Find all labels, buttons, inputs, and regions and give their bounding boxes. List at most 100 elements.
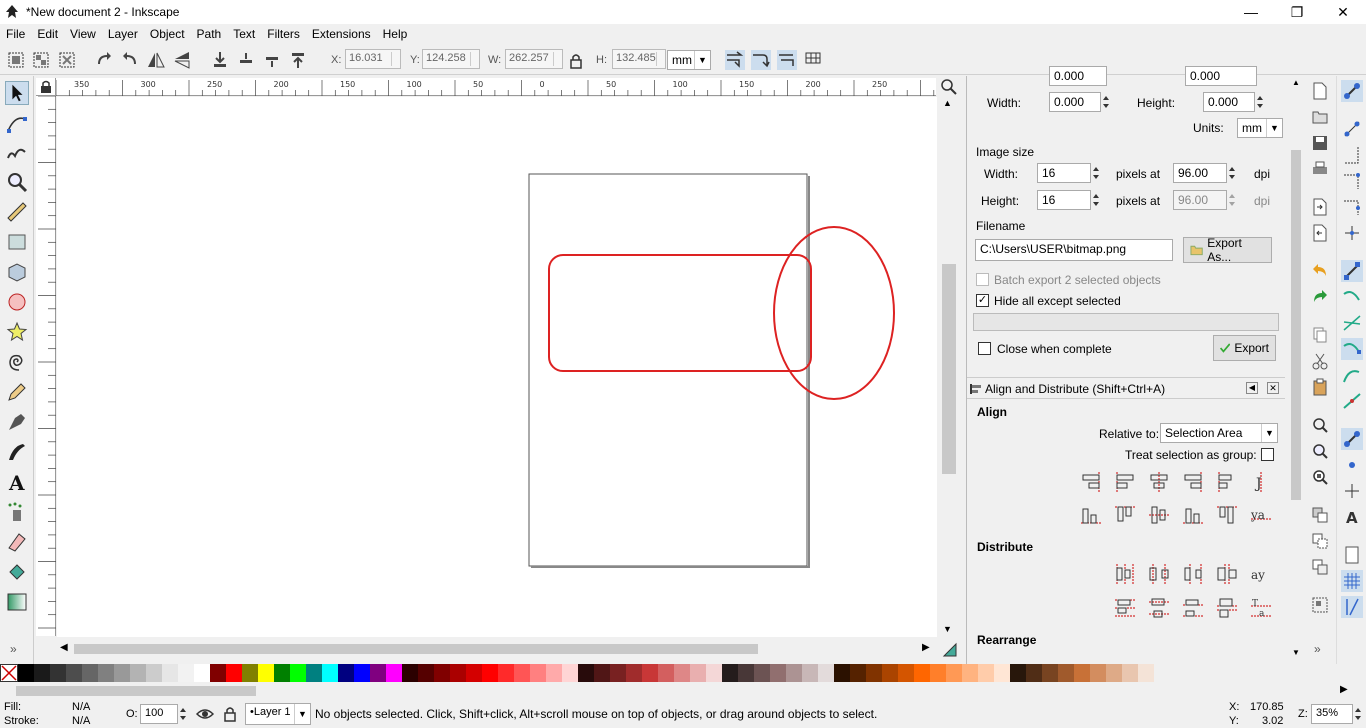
zoom-selection-icon[interactable] (1312, 416, 1328, 434)
lower-icon[interactable] (236, 50, 256, 70)
color-swatch[interactable] (658, 664, 674, 682)
opacity-stepper[interactable] (178, 704, 188, 724)
export-height-input[interactable]: 0.000 (1203, 92, 1255, 112)
group-icon[interactable] (1312, 596, 1328, 614)
snap-bbox-corners-icon[interactable] (1341, 170, 1363, 192)
rotate-ccw-icon[interactable] (94, 50, 114, 70)
export-y1-input[interactable]: 0.000 (1185, 66, 1257, 86)
align-top-to-bottom-edge-icon[interactable] (1215, 503, 1239, 527)
fill-value[interactable]: N/A (72, 701, 90, 713)
scroll-up-arrow-icon[interactable]: ▲ (943, 98, 952, 108)
menu-extensions[interactable]: Extensions (306, 24, 377, 44)
color-swatch[interactable] (290, 664, 306, 682)
distribute-text-anchors-icon[interactable]: ay (1249, 562, 1273, 586)
toolbox-overflow-icon[interactable]: » (10, 642, 17, 656)
snap-text-baseline-icon[interactable]: A (1341, 506, 1363, 528)
color-swatch[interactable] (418, 664, 434, 682)
export-height-stepper[interactable] (1255, 92, 1265, 112)
snap-object-centers-icon[interactable] (1341, 454, 1363, 476)
image-width-input[interactable]: 16 (1037, 163, 1091, 183)
stroke-value[interactable]: N/A (72, 715, 90, 727)
units-select[interactable]: mm ▼ (667, 50, 711, 70)
transform-patterns-icon[interactable] (803, 50, 823, 70)
panel-scroll-down-icon[interactable]: ▼ (1292, 648, 1300, 657)
snap-nodes-icon[interactable] (1341, 260, 1363, 282)
color-swatch[interactable] (786, 664, 802, 682)
opacity-input[interactable]: 100 (140, 704, 178, 724)
palette-scroll-thumb[interactable] (16, 686, 256, 696)
export-icon[interactable] (1312, 224, 1328, 242)
save-icon[interactable] (1312, 134, 1328, 152)
zoom-stepper[interactable] (1353, 704, 1363, 724)
snap-rotation-center-icon[interactable] (1341, 480, 1363, 502)
panel-collapse-icon[interactable]: ◀ (1246, 382, 1258, 394)
select-all-icon[interactable] (6, 50, 26, 70)
align-right-to-left-edge-icon[interactable] (1079, 470, 1103, 494)
duplicate-icon[interactable] (1312, 506, 1328, 524)
zoom-drawing-icon[interactable] (1312, 442, 1328, 460)
menu-object[interactable]: Object (144, 24, 191, 44)
palette-scroll-right-icon[interactable]: ▶ (1340, 684, 1348, 695)
h-input[interactable]: 132.485 (612, 49, 666, 69)
color-swatch[interactable] (754, 664, 770, 682)
canvas-zoom-icon[interactable] (940, 78, 958, 96)
eraser-tool-icon[interactable] (5, 530, 29, 554)
color-swatch[interactable] (402, 664, 418, 682)
snap-bbox-edges-icon[interactable] (1341, 144, 1363, 166)
panel-close-icon[interactable]: ✕ (1267, 382, 1279, 394)
color-swatch[interactable] (546, 664, 562, 682)
flip-horizontal-icon[interactable] (146, 50, 166, 70)
distribute-gaps-vertical-icon[interactable] (1215, 596, 1239, 620)
color-swatch[interactable] (562, 664, 578, 682)
ellipse-tool-icon[interactable] (5, 290, 29, 314)
rectangle-tool-icon[interactable] (5, 230, 29, 254)
color-swatch[interactable] (834, 664, 850, 682)
snap-bbox-icon[interactable] (1341, 118, 1363, 140)
unlink-clone-icon[interactable] (1312, 558, 1328, 576)
calligraphy-tool-icon[interactable] (5, 440, 29, 464)
zoom-input[interactable]: 35% (1311, 704, 1353, 724)
align-bottom-edges-icon[interactable] (1181, 503, 1205, 527)
flip-vertical-icon[interactable] (172, 50, 192, 70)
vertical-ruler[interactable] (36, 95, 56, 636)
align-right-edges-icon[interactable] (1181, 470, 1205, 494)
y-input[interactable]: 124.258 (422, 49, 480, 69)
drawing-canvas[interactable] (57, 97, 937, 637)
lower-to-bottom-icon[interactable] (210, 50, 230, 70)
export-units-select[interactable]: mm ▼ (1237, 118, 1283, 138)
align-baselines-icon[interactable]: ya (1249, 503, 1273, 527)
color-swatch[interactable] (98, 664, 114, 682)
color-swatch[interactable] (626, 664, 642, 682)
scroll-left-arrow-icon[interactable]: ◀ (60, 642, 68, 653)
star-tool-icon[interactable] (5, 320, 29, 344)
minimize-button[interactable]: — (1228, 0, 1274, 24)
commands-overflow-icon[interactable]: » (1314, 642, 1321, 656)
color-swatch[interactable] (722, 664, 738, 682)
redo-icon[interactable] (1312, 288, 1328, 306)
clone-icon[interactable] (1312, 532, 1328, 550)
color-swatch[interactable] (914, 664, 930, 682)
tweak-tool-icon[interactable] (5, 140, 29, 164)
menu-edit[interactable]: Edit (31, 24, 64, 44)
zoom-tool-icon[interactable] (5, 170, 29, 194)
horizontal-ruler[interactable]: 35030025020015010050050100150200250300 (55, 78, 954, 96)
vertical-scroll-thumb[interactable] (942, 264, 956, 474)
color-swatch[interactable] (1138, 664, 1154, 682)
pen-tool-icon[interactable] (5, 410, 29, 434)
dpi-stepper-2[interactable] (1227, 190, 1237, 210)
batch-export-checkbox[interactable] (976, 273, 989, 286)
export-width-stepper[interactable] (1101, 92, 1111, 112)
distribute-right-edges-icon[interactable] (1181, 562, 1205, 586)
color-swatch[interactable] (370, 664, 386, 682)
align-left-to-right-edge-icon[interactable] (1215, 470, 1239, 494)
deselect-icon[interactable] (57, 50, 77, 70)
color-swatch[interactable] (1074, 664, 1090, 682)
dpi-stepper[interactable] (1227, 163, 1237, 183)
color-swatch[interactable] (274, 664, 290, 682)
color-swatch[interactable] (1122, 664, 1138, 682)
color-swatch[interactable] (674, 664, 690, 682)
no-paint-swatch[interactable] (0, 664, 18, 682)
selector-tool-icon[interactable] (5, 81, 29, 105)
layer-select[interactable]: •Layer 1 ▼ (245, 703, 311, 725)
export-x1-input[interactable]: 0.000 (1049, 66, 1107, 86)
